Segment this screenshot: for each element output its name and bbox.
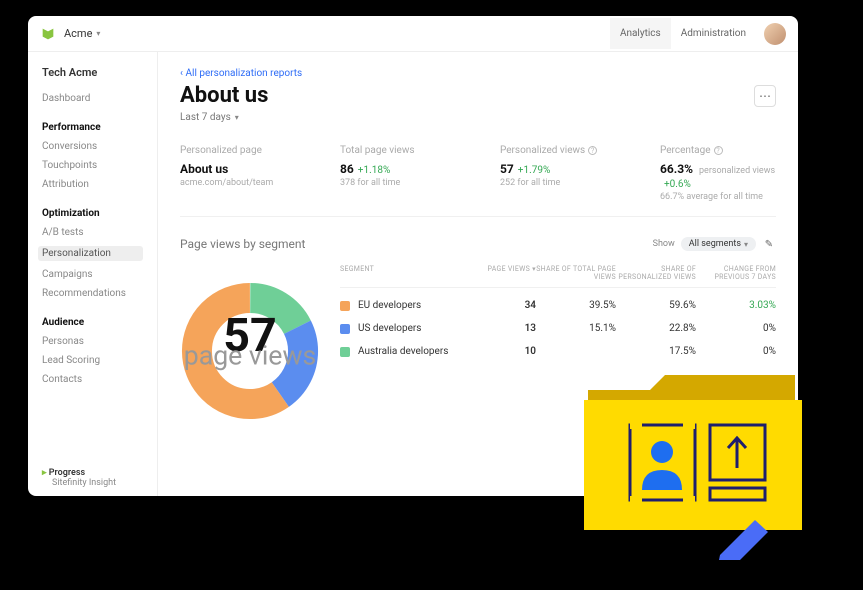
cell-change: 0% — [696, 323, 776, 334]
show-label: Show — [653, 239, 675, 249]
sidebar-item-attribution[interactable]: Attribution — [42, 179, 143, 190]
sidebar-item-recommendations[interactable]: Recommendations — [42, 288, 143, 299]
stat-value: 86+1.18% — [340, 162, 460, 176]
segment-name: EU developers — [340, 300, 478, 311]
tab-analytics[interactable]: Analytics — [610, 18, 671, 49]
stats-row: Personalized page About us acme.com/abou… — [180, 145, 776, 217]
donut-center-label: page views — [184, 339, 317, 371]
sidebar-group-performance: Performance — [42, 122, 143, 133]
sidebar-group-audience: Audience — [42, 317, 143, 328]
segments-controls: Show All segments▾ ✎ — [653, 237, 776, 251]
chevron-down-icon: ▾ — [96, 29, 100, 38]
decorative-folder — [580, 360, 830, 560]
stat-label: Total page views — [340, 145, 460, 156]
stat-sub: 66.7% average for all time — [660, 192, 780, 202]
topbar-left: Acme ▾ — [40, 26, 100, 42]
info-icon[interactable]: ? — [588, 146, 597, 155]
stat-percentage: Percentage ? 66.3% personalized views +0… — [660, 145, 780, 202]
col-change[interactable]: Change from previous 7 days — [696, 265, 776, 281]
sidebar-group-optimization: Optimization — [42, 208, 143, 219]
sidebar-item-leadscoring[interactable]: Lead Scoring — [42, 355, 143, 366]
title-row: About us ⋯ — [180, 83, 776, 108]
segments-filter-pill[interactable]: All segments▾ — [681, 237, 756, 251]
sidebar-item-personalization[interactable]: Personalization — [38, 246, 143, 261]
cell-share-total: 15.1% — [536, 323, 616, 334]
segment-name: Australia developers — [340, 346, 478, 357]
table-row[interactable]: US developers1315.1%22.8%0% — [340, 317, 776, 340]
footer-product: Sitefinity Insight — [52, 478, 116, 488]
sidebar-item-campaigns[interactable]: Campaigns — [42, 269, 143, 280]
edit-icon[interactable]: ✎ — [762, 237, 776, 251]
col-share-total[interactable]: Share of total page views — [536, 265, 616, 281]
brand-label: Acme — [64, 27, 92, 40]
cell-share-pers: 17.5% — [616, 346, 696, 357]
avatar[interactable] — [764, 23, 786, 45]
cell-views: 13 — [478, 323, 536, 334]
sidebar-item-personas[interactable]: Personas — [42, 336, 143, 347]
date-range-label: Last 7 days — [180, 112, 231, 123]
sidebar-item-contacts[interactable]: Contacts — [42, 374, 143, 385]
color-swatch — [340, 347, 350, 357]
stat-label: Personalized page — [180, 145, 300, 156]
stat-total-views: Total page views 86+1.18% 378 for all ti… — [340, 145, 460, 202]
page-title: About us — [180, 83, 268, 108]
sidebar-footer: ▸ Progress Sitefinity Insight — [42, 468, 143, 488]
sidebar-item-touchpoints[interactable]: Touchpoints — [42, 160, 143, 171]
topbar: Acme ▾ Analytics Administration — [28, 16, 798, 52]
col-segment: Segment — [340, 265, 478, 281]
table-row[interactable]: EU developers3439.5%59.6%3.03% — [340, 294, 776, 317]
cell-change: 0% — [696, 346, 776, 357]
chevron-down-icon: ▾ — [744, 240, 748, 249]
date-range-selector[interactable]: Last 7 days ▾ — [180, 112, 776, 123]
col-views[interactable]: Page views ▾ — [478, 265, 536, 281]
cell-share-pers: 22.8% — [616, 323, 696, 334]
cell-views: 10 — [478, 346, 536, 357]
sidebar: Tech Acme Dashboard Performance Conversi… — [28, 52, 158, 496]
stat-value: 66.3% personalized views +0.6% — [660, 162, 780, 190]
cell-views: 34 — [478, 300, 536, 311]
tab-administration[interactable]: Administration — [671, 18, 756, 49]
brand-selector[interactable]: Acme ▾ — [64, 27, 100, 40]
stat-sub: 252 for all time — [500, 178, 620, 188]
stat-label: Percentage ? — [660, 145, 780, 156]
stat-page: Personalized page About us acme.com/abou… — [180, 145, 300, 202]
breadcrumb[interactable]: All personalization reports — [180, 68, 776, 79]
cell-share-pers: 59.6% — [616, 300, 696, 311]
topbar-right: Analytics Administration — [610, 18, 786, 49]
sidebar-item-conversions[interactable]: Conversions — [42, 141, 143, 152]
info-icon[interactable]: ? — [714, 146, 723, 155]
sidebar-item-dashboard[interactable]: Dashboard — [42, 93, 143, 104]
segments-header-row: Page views by segment Show All segments▾… — [180, 237, 776, 251]
stat-sub: 378 for all time — [340, 178, 460, 188]
footer-brand: Progress — [49, 468, 85, 478]
cell-change: 3.03% — [696, 300, 776, 311]
sidebar-tenant: Tech Acme — [42, 66, 143, 79]
stat-sub: acme.com/about/team — [180, 178, 300, 188]
cell-share-total: 39.5% — [536, 300, 616, 311]
col-share-pers[interactable]: Share of personalized views — [616, 265, 696, 281]
logo-icon — [40, 26, 56, 42]
donut-chart: 57 page views — [180, 281, 320, 421]
segments-title: Page views by segment — [180, 237, 305, 251]
stat-value: 57+1.79% — [500, 162, 620, 176]
more-button[interactable]: ⋯ — [754, 85, 776, 107]
stat-label: Personalized views ? — [500, 145, 620, 156]
color-swatch — [340, 301, 350, 311]
chevron-down-icon: ▾ — [235, 113, 239, 122]
color-swatch — [340, 324, 350, 334]
table-header: Segment Page views ▾ Share of total page… — [340, 265, 776, 288]
sidebar-item-abtests[interactable]: A/B tests — [42, 227, 143, 238]
stat-personalized-views: Personalized views ? 57+1.79% 252 for al… — [500, 145, 620, 202]
segment-name: US developers — [340, 323, 478, 334]
stat-value: About us — [180, 162, 300, 176]
